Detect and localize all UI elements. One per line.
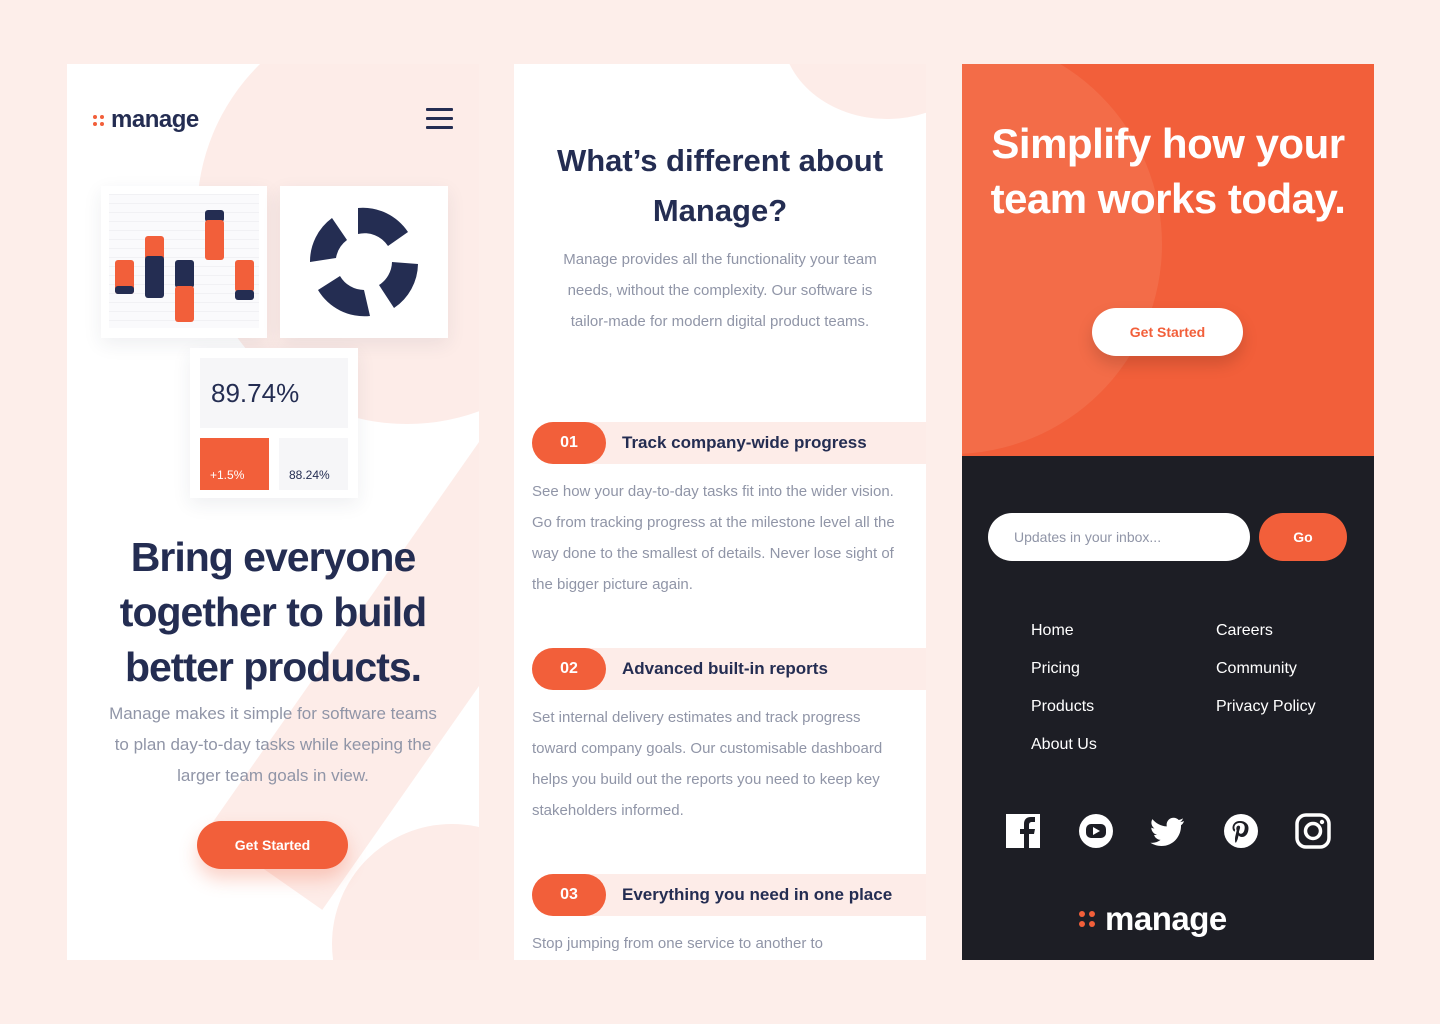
bar-chart-illustration <box>101 186 267 338</box>
footer-links-left: Home Pricing Products About Us <box>1031 621 1097 754</box>
social-links <box>1005 813 1331 849</box>
facebook-icon[interactable] <box>1005 813 1041 849</box>
footer-link-careers[interactable]: Careers <box>1216 621 1316 640</box>
mobile-hero-panel: manage 89.74% +1.5% 88.24% Bring everyon… <box>67 64 479 960</box>
pinterest-icon[interactable] <box>1223 813 1259 849</box>
section-title: What’s different about Manage? <box>556 143 884 228</box>
feature-title: Everything you need in one place <box>622 885 893 904</box>
background-shape <box>782 64 926 119</box>
logo[interactable]: manage <box>93 106 199 134</box>
logo-text: manage <box>111 106 199 133</box>
footer-logo[interactable]: manage <box>1079 900 1227 938</box>
footer-link-products[interactable]: Products <box>1031 697 1097 716</box>
footer-links-right: Careers Community Privacy Policy <box>1216 621 1316 716</box>
footer-link-community[interactable]: Community <box>1216 659 1316 678</box>
footer-link-about[interactable]: About Us <box>1031 735 1097 754</box>
section-description: Manage provides all the functionality yo… <box>563 251 877 330</box>
feature-number: 03 <box>532 874 606 916</box>
newsletter-go-button[interactable]: Go <box>1259 513 1347 561</box>
feature-description: Stop jumping from one service to another… <box>532 935 823 952</box>
feature-description: See how your day-to-day tasks fit into t… <box>532 483 895 593</box>
hero-description: Manage makes it simple for software team… <box>109 704 437 785</box>
stat-secondary: 88.24% <box>279 438 348 490</box>
stats-card: 89.74% +1.5% 88.24% <box>190 348 358 498</box>
get-started-button[interactable]: Get Started <box>1092 308 1243 356</box>
footer-link-home[interactable]: Home <box>1031 621 1097 640</box>
logo-mark-icon <box>1079 911 1095 927</box>
stat-change: +1.5% <box>200 438 269 490</box>
cta-title: Simplify how your team works today. <box>990 120 1346 222</box>
mobile-footer-panel: Simplify how your team works today. Get … <box>962 64 1374 960</box>
youtube-icon[interactable] <box>1078 813 1114 849</box>
newsletter-input[interactable] <box>988 513 1250 561</box>
footer-link-privacy[interactable]: Privacy Policy <box>1216 697 1316 716</box>
twitter-icon[interactable] <box>1150 813 1186 849</box>
footer-link-pricing[interactable]: Pricing <box>1031 659 1097 678</box>
mobile-features-panel: What’s different about Manage? Manage pr… <box>514 64 926 960</box>
donut-illustration <box>280 186 448 338</box>
feature-number: 02 <box>532 648 606 690</box>
instagram-icon[interactable] <box>1295 813 1331 849</box>
logo-text: manage <box>1105 900 1227 937</box>
stat-main-value: 89.74% <box>200 358 348 428</box>
hero-title: Bring everyone together to build better … <box>119 534 427 690</box>
feature-item: 02 Advanced built-in reports Set interna… <box>532 648 926 826</box>
get-started-button[interactable]: Get Started <box>197 821 348 869</box>
logo-mark-icon <box>93 114 104 126</box>
feature-item: 03 Everything you need in one place Stop… <box>532 874 926 959</box>
feature-number: 01 <box>532 422 606 464</box>
cta-section: Simplify how your team works today. Get … <box>962 64 1374 456</box>
feature-description: Set internal delivery estimates and trac… <box>532 709 883 819</box>
feature-title: Advanced built-in reports <box>622 659 828 678</box>
feature-title: Track company-wide progress <box>622 433 867 452</box>
feature-item: 01 Track company-wide progress See how y… <box>532 422 926 600</box>
hamburger-icon[interactable] <box>426 108 453 129</box>
